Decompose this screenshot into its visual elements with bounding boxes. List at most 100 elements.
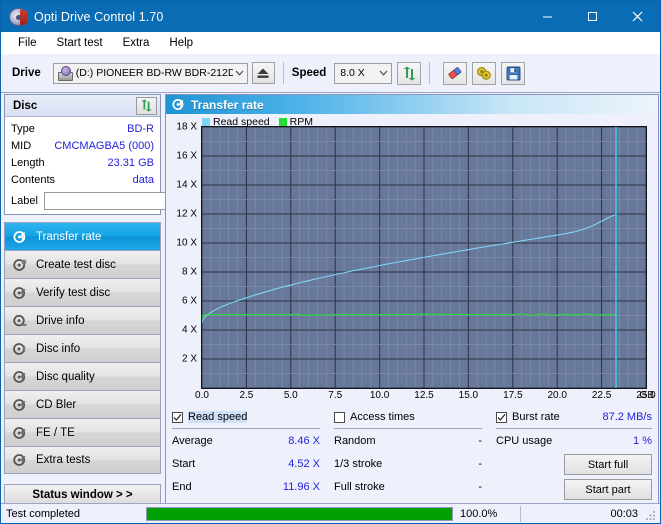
stat-value: - bbox=[478, 458, 482, 470]
drive-label: Drive bbox=[12, 67, 41, 79]
menu-item-extra[interactable]: Extra bbox=[114, 35, 159, 51]
stat-row-start: Start 4.52 X bbox=[172, 452, 320, 475]
stat-key: 1/3 stroke bbox=[334, 458, 382, 470]
access-times-checkbox[interactable] bbox=[334, 412, 345, 423]
elapsed-time: 00:03 bbox=[610, 508, 638, 520]
stat-value: 4.52 X bbox=[288, 458, 320, 470]
save-button[interactable] bbox=[501, 62, 525, 85]
sidebar-item-drive-info[interactable]: Drive info bbox=[4, 306, 161, 334]
disc-row-length: Length 23.31 GB bbox=[5, 154, 160, 171]
maximize-icon[interactable] bbox=[570, 1, 615, 31]
stat-row-full-stroke: Full stroke - bbox=[334, 475, 482, 498]
sidebar-item-verify-test-disc[interactable]: Verify test disc bbox=[4, 278, 161, 306]
stat-row-average: Average 8.46 X bbox=[172, 429, 320, 452]
menu-item-file[interactable]: File bbox=[9, 35, 46, 51]
sidebar-item-create-test-disc[interactable]: Create test disc bbox=[4, 250, 161, 278]
speed-select[interactable]: 8.0 X bbox=[334, 63, 392, 84]
x-tick-label: 5.0 bbox=[284, 390, 298, 401]
x-tick-label: 7.5 bbox=[328, 390, 342, 401]
sidebar-item-transfer-rate[interactable]: Transfer rate bbox=[4, 222, 161, 250]
progress-bar-fill bbox=[147, 508, 452, 520]
disc-check-icon bbox=[172, 98, 185, 111]
status-bar: Test completed 100.0% 00:03 bbox=[1, 503, 660, 523]
stat-key: End bbox=[172, 481, 192, 493]
drive-info-icon bbox=[11, 314, 29, 328]
title-bar: Opti Drive Control 1.70 bbox=[1, 1, 660, 32]
stat-value: 11.96 X bbox=[283, 481, 320, 493]
chart-legend: Read speed RPM bbox=[202, 116, 313, 128]
disc-refresh-button[interactable] bbox=[136, 97, 157, 115]
menu-bar: File Start test Extra Help bbox=[1, 32, 660, 54]
menu-item-help[interactable]: Help bbox=[160, 35, 202, 51]
bulb-button[interactable] bbox=[472, 62, 496, 85]
x-tick-label: 12.5 bbox=[414, 390, 433, 401]
sidebar-item-disc-info[interactable]: Disc info bbox=[4, 334, 161, 362]
speed-select-value: 8.0 X bbox=[340, 67, 365, 79]
stat-key: Start bbox=[172, 458, 195, 470]
start-part-button[interactable]: Start part bbox=[564, 479, 652, 500]
disc-row-value: data bbox=[133, 174, 154, 186]
resize-grip-icon[interactable] bbox=[645, 509, 657, 521]
sidebar-item-label: CD Bler bbox=[36, 399, 76, 411]
access-times-checkbox-row[interactable]: Access times bbox=[334, 409, 482, 425]
read-speed-checkbox-row[interactable]: Read speed bbox=[172, 409, 320, 425]
disc-row-mid: MID CMCMAGBA5 (000) bbox=[5, 137, 160, 154]
access-times-label: Access times bbox=[350, 411, 415, 423]
sidebar-item-disc-quality[interactable]: Disc quality bbox=[4, 362, 161, 390]
sidebar-item-cd-bler[interactable]: CD Bler bbox=[4, 390, 161, 418]
stat-value: 1 % bbox=[633, 435, 652, 447]
burst-rate-checkbox-row[interactable]: Burst rate 87.2 MB/s bbox=[496, 409, 652, 425]
disc-verify-icon bbox=[11, 286, 29, 300]
disc-row-key: MID bbox=[11, 140, 31, 152]
sidebar-item-label: Disc quality bbox=[36, 371, 95, 383]
chevron-down-icon bbox=[233, 64, 247, 83]
bulb-icon bbox=[476, 66, 492, 81]
legend-swatch-read-speed bbox=[202, 118, 210, 126]
stat-key: Full stroke bbox=[334, 481, 385, 493]
sidebar-item-extra-tests[interactable]: Extra tests bbox=[4, 446, 161, 474]
y-tick-label: 4 X bbox=[182, 325, 197, 336]
stats-column-read-speed: Read speed Average 8.46 X Start 4.52 X E… bbox=[172, 409, 320, 498]
eject-button[interactable] bbox=[252, 62, 275, 84]
stats-panel: Read speed Average 8.46 X Start 4.52 X E… bbox=[166, 407, 658, 503]
stat-row-cpu-usage: CPU usage 1 % bbox=[496, 429, 652, 452]
stat-row-end: End 11.96 X bbox=[172, 475, 320, 498]
sidebar-item-fe-te[interactable]: FE / TE bbox=[4, 418, 161, 446]
progress-percent: 100.0% bbox=[460, 508, 520, 520]
y-tick-label: 16 X bbox=[176, 151, 197, 162]
chart-canvas[interactable] bbox=[201, 126, 647, 389]
chart-header: Transfer rate bbox=[166, 95, 658, 114]
sidebar-item-label: Disc info bbox=[36, 343, 80, 355]
refresh-icon bbox=[402, 66, 417, 81]
status-window-button[interactable]: Status window > > bbox=[4, 484, 161, 505]
status-message: Test completed bbox=[6, 508, 146, 520]
y-tick-label: 18 X bbox=[176, 122, 197, 133]
stat-row-one-third-stroke: 1/3 stroke - bbox=[334, 452, 482, 475]
minimize-icon[interactable] bbox=[525, 1, 570, 31]
x-tick-label: 15.0 bbox=[459, 390, 478, 401]
legend-label-rpm: RPM bbox=[290, 116, 313, 128]
toolbar-divider-2 bbox=[429, 62, 430, 84]
sidebar-item-label: FE / TE bbox=[36, 427, 75, 439]
eraser-icon bbox=[447, 66, 463, 81]
drive-select[interactable]: (D:) PIONEER BD-RW BDR-212D 1.00 bbox=[53, 63, 248, 84]
status-divider bbox=[520, 506, 521, 522]
application-window: Opti Drive Control 1.70 File Start test … bbox=[0, 0, 661, 524]
disc-panel-title: Disc bbox=[13, 100, 37, 112]
burst-rate-checkbox[interactable] bbox=[496, 412, 507, 423]
disc-row-key: Contents bbox=[11, 174, 55, 186]
chevron-down-icon bbox=[375, 64, 391, 83]
stat-key: Random bbox=[334, 435, 376, 447]
close-icon[interactable] bbox=[615, 1, 660, 31]
refresh-drive-button[interactable] bbox=[397, 62, 421, 85]
burst-rate-value: 87.2 MB/s bbox=[602, 411, 652, 423]
erase-button[interactable] bbox=[443, 62, 467, 85]
legend-label-read-speed: Read speed bbox=[213, 116, 270, 128]
read-speed-checkbox[interactable] bbox=[172, 412, 183, 423]
chart-x-axis: 0.02.55.07.510.012.515.017.520.022.525.0 bbox=[166, 390, 658, 406]
x-tick-label: 2.5 bbox=[239, 390, 253, 401]
menu-item-start-test[interactable]: Start test bbox=[48, 35, 112, 51]
start-full-button[interactable]: Start full bbox=[564, 454, 652, 475]
drive-select-value: (D:) PIONEER BD-RW BDR-212D 1.00 bbox=[76, 67, 233, 79]
toolbar-divider-1 bbox=[283, 62, 284, 84]
